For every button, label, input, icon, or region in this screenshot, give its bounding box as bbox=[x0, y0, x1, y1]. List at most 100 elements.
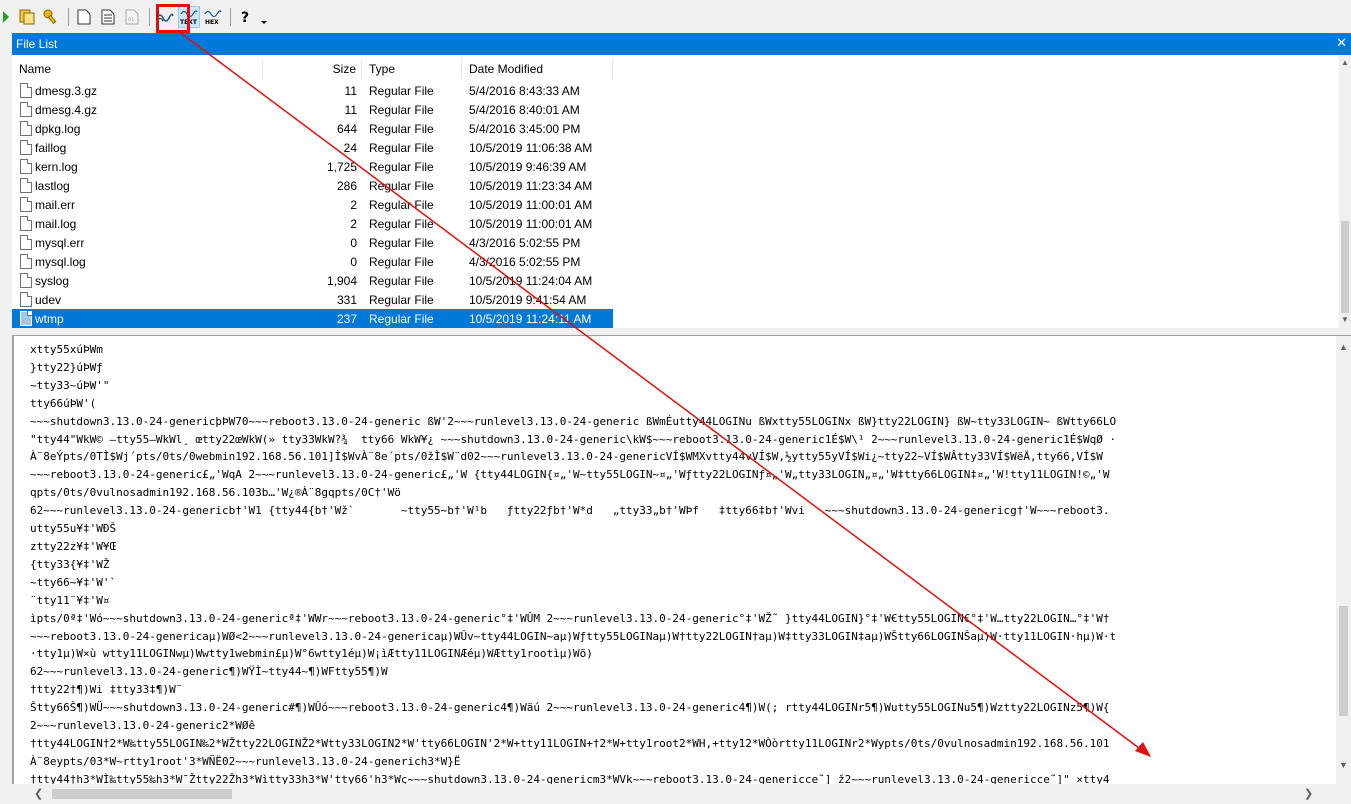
file-row[interactable]: dmesg.4.gz 11 Regular File 5/4/2016 8:40:01… bbox=[12, 100, 612, 119]
file-row[interactable]: mysql.err 0 Regular File 4/3/2016 5:02:55 P… bbox=[12, 233, 612, 252]
file-name: mail.err bbox=[35, 197, 76, 212]
key-button[interactable] bbox=[40, 6, 62, 28]
viewer-line: †tty22†¶)Wi ‡tty33‡¶)W¨ bbox=[30, 683, 183, 697]
document-lines-icon bbox=[101, 9, 115, 24]
viewer-line: {tty33{¥‡'WŽ bbox=[30, 557, 110, 571]
column-header-size[interactable]: Size bbox=[263, 59, 362, 79]
file-date-modified: 5/4/2016 8:40:01 AM bbox=[469, 102, 580, 117]
file-row[interactable]: dmesg.3.gz 11 Regular File 5/4/2016 8:43:33… bbox=[12, 81, 612, 100]
file-row[interactable]: syslog 1,904 Regular File 10/5/2019 11:24:0… bbox=[12, 271, 612, 290]
file-date-modified: 10/5/2019 9:41:54 AM bbox=[469, 292, 587, 307]
viewer-line: tty66úÞW'( bbox=[30, 396, 97, 410]
new-document-button[interactable] bbox=[73, 6, 95, 28]
hex-view-button[interactable]: HEX bbox=[202, 6, 224, 28]
binary-document-button[interactable]: 01 bbox=[121, 6, 143, 28]
toolbar-dropdown[interactable] bbox=[259, 6, 269, 28]
pane-splitter[interactable] bbox=[12, 328, 1351, 336]
file-type: Regular File bbox=[369, 216, 434, 231]
viewer-line: À¨8eypts/03*W~rtty1root'3*WÑË02~~~runlev… bbox=[30, 754, 461, 768]
file-name: dmesg.4.gz bbox=[35, 102, 98, 117]
scrollbar-thumb[interactable] bbox=[1339, 606, 1348, 716]
viewer-line: ztty22z¥‡'W¥Œ bbox=[30, 539, 117, 553]
file-type: Regular File bbox=[369, 254, 434, 269]
viewer-text: xtty55xúÞWm}tty22}úÞWƒ ~tty33~úÞW'" tty66ú… bbox=[30, 341, 1116, 784]
file-size: 11 bbox=[344, 83, 357, 98]
file-row[interactable]: udev 331 Regular File 10/5/2019 9:41:54 AM bbox=[12, 290, 612, 309]
file-icon bbox=[20, 102, 32, 117]
viewer-line: À¨8eÝpts/0TÌ$Wj´pts/0ts/0webmin192.168.5… bbox=[30, 450, 1103, 464]
column-header-type[interactable]: Type bbox=[362, 59, 462, 79]
column-header-date-modified[interactable]: Date Modified bbox=[462, 59, 613, 79]
document-lines-button[interactable] bbox=[97, 6, 119, 28]
copy-button[interactable] bbox=[16, 6, 38, 28]
file-name: syslog bbox=[35, 273, 70, 288]
toolbar-separator bbox=[68, 7, 69, 26]
file-type: Regular File bbox=[369, 235, 434, 250]
new-document-icon bbox=[77, 9, 91, 24]
copy-icon bbox=[19, 9, 35, 24]
green-arrow-icon bbox=[3, 10, 9, 23]
file-size: 237 bbox=[336, 311, 357, 326]
file-row[interactable]: lastlog 286 Regular File 10/5/2019 11:23:34… bbox=[12, 176, 612, 195]
viewer-vertical-scrollbar[interactable]: ▲ ▼ bbox=[1336, 336, 1351, 784]
scroll-up-icon[interactable]: ▲ bbox=[1341, 58, 1349, 67]
file-size: 2 bbox=[350, 197, 357, 212]
file-date-modified: 10/5/2019 11:00:01 AM bbox=[469, 216, 593, 231]
column-header-name[interactable]: Name bbox=[12, 59, 263, 79]
file-row[interactable]: mysql.log 0 Regular File 4/3/2016 5:02:55 P… bbox=[12, 252, 612, 271]
text-viewer[interactable]: xtty55xúÞWm}tty22}úÞWƒ ~tty33~úÞW'" tty66ú… bbox=[12, 336, 1336, 784]
help-button[interactable]: ? bbox=[235, 6, 257, 28]
viewer-horizontal-scrollbar[interactable]: ❮ ❯ bbox=[12, 784, 1336, 804]
viewer-line: †tty44†h3*WÌ‰tty55‰h3*W¯Žtty22Žh3*Wìtty3… bbox=[30, 772, 1110, 784]
file-type: Regular File bbox=[369, 273, 434, 288]
file-date-modified: 10/5/2019 11:24:11 AM bbox=[469, 311, 592, 326]
scroll-right-icon[interactable]: ❯ bbox=[1304, 787, 1313, 800]
file-icon bbox=[20, 140, 32, 155]
scroll-left-icon[interactable]: ❮ bbox=[34, 787, 43, 800]
file-name: lastlog bbox=[35, 178, 70, 193]
scrollbar-thumb[interactable] bbox=[1341, 221, 1349, 313]
refresh-button[interactable] bbox=[2, 6, 10, 28]
file-icon bbox=[20, 83, 32, 98]
key-icon bbox=[43, 9, 57, 24]
svg-text:01: 01 bbox=[128, 17, 134, 23]
file-date-modified: 10/5/2019 9:46:39 AM bbox=[469, 159, 587, 174]
scroll-up-icon[interactable]: ▲ bbox=[1339, 342, 1348, 352]
file-date-modified: 10/5/2019 11:23:34 AM bbox=[469, 178, 593, 193]
toolbar: 01 TEXT HEX ? bbox=[0, 0, 1351, 33]
file-icon bbox=[20, 292, 32, 307]
file-name: dmesg.3.gz bbox=[35, 83, 98, 98]
column-header-label: Date Modified bbox=[469, 62, 544, 76]
file-icon bbox=[20, 197, 32, 212]
file-size: 2 bbox=[350, 216, 357, 231]
file-size: 0 bbox=[350, 235, 357, 250]
file-row[interactable]: mail.log 2 Regular File 10/5/2019 11:00:01 … bbox=[12, 214, 612, 233]
file-type: Regular File bbox=[369, 197, 434, 212]
file-row[interactable]: faillog 24 Regular File 10/5/2019 11:06:38 … bbox=[12, 138, 612, 157]
viewer-line: ~~~reboot3.13.0-24-genericaµ)WØ<2~~~runl… bbox=[30, 629, 1117, 643]
viewer-line: qpts/0ts/0vulnosadmin192.168.56.103b…'W¿… bbox=[30, 486, 401, 500]
file-date-modified: 4/3/2016 5:02:55 PM bbox=[469, 254, 581, 269]
file-row[interactable]: kern.log 1,725 Regular File 10/5/2019 9:46:… bbox=[12, 157, 612, 176]
file-row[interactable]: wtmp 237 Regular File 10/5/2019 11:24:11 AM bbox=[12, 309, 613, 328]
hex-view-icon: HEX bbox=[204, 9, 222, 25]
file-row[interactable]: dpkg.log 644 Regular File 5/4/2016 3:45:00 … bbox=[12, 119, 612, 138]
viewer-line: xtty55xúÞWm bbox=[30, 343, 103, 356]
scrollbar-corner bbox=[1336, 784, 1351, 804]
viewer-line: ~~~shutdown3.13.0-24-genericþÞW70~~~rebo… bbox=[30, 414, 1117, 428]
file-name: mysql.log bbox=[35, 254, 86, 269]
file-type: Regular File bbox=[369, 102, 434, 117]
close-icon[interactable]: ✕ bbox=[1336, 36, 1347, 50]
file-row[interactable]: mail.err 2 Regular File 10/5/2019 11:00:01 … bbox=[12, 195, 612, 214]
scroll-down-icon[interactable]: ▼ bbox=[1341, 315, 1349, 324]
file-list-scrollbar[interactable]: ▲ ▼ bbox=[1339, 55, 1351, 328]
svg-text:HEX: HEX bbox=[205, 19, 219, 25]
scroll-down-icon[interactable]: ▼ bbox=[1339, 760, 1348, 770]
file-size: 1,725 bbox=[326, 159, 357, 174]
file-date-modified: 4/3/2016 5:02:55 PM bbox=[469, 235, 581, 250]
column-header-label: Name bbox=[19, 62, 52, 76]
scrollbar-thumb[interactable] bbox=[52, 789, 232, 799]
file-type: Regular File bbox=[369, 311, 434, 326]
file-name: wtmp bbox=[35, 311, 64, 326]
file-rows: dmesg.3.gz 11 Regular File 5/4/2016 8:43:33… bbox=[12, 81, 613, 328]
